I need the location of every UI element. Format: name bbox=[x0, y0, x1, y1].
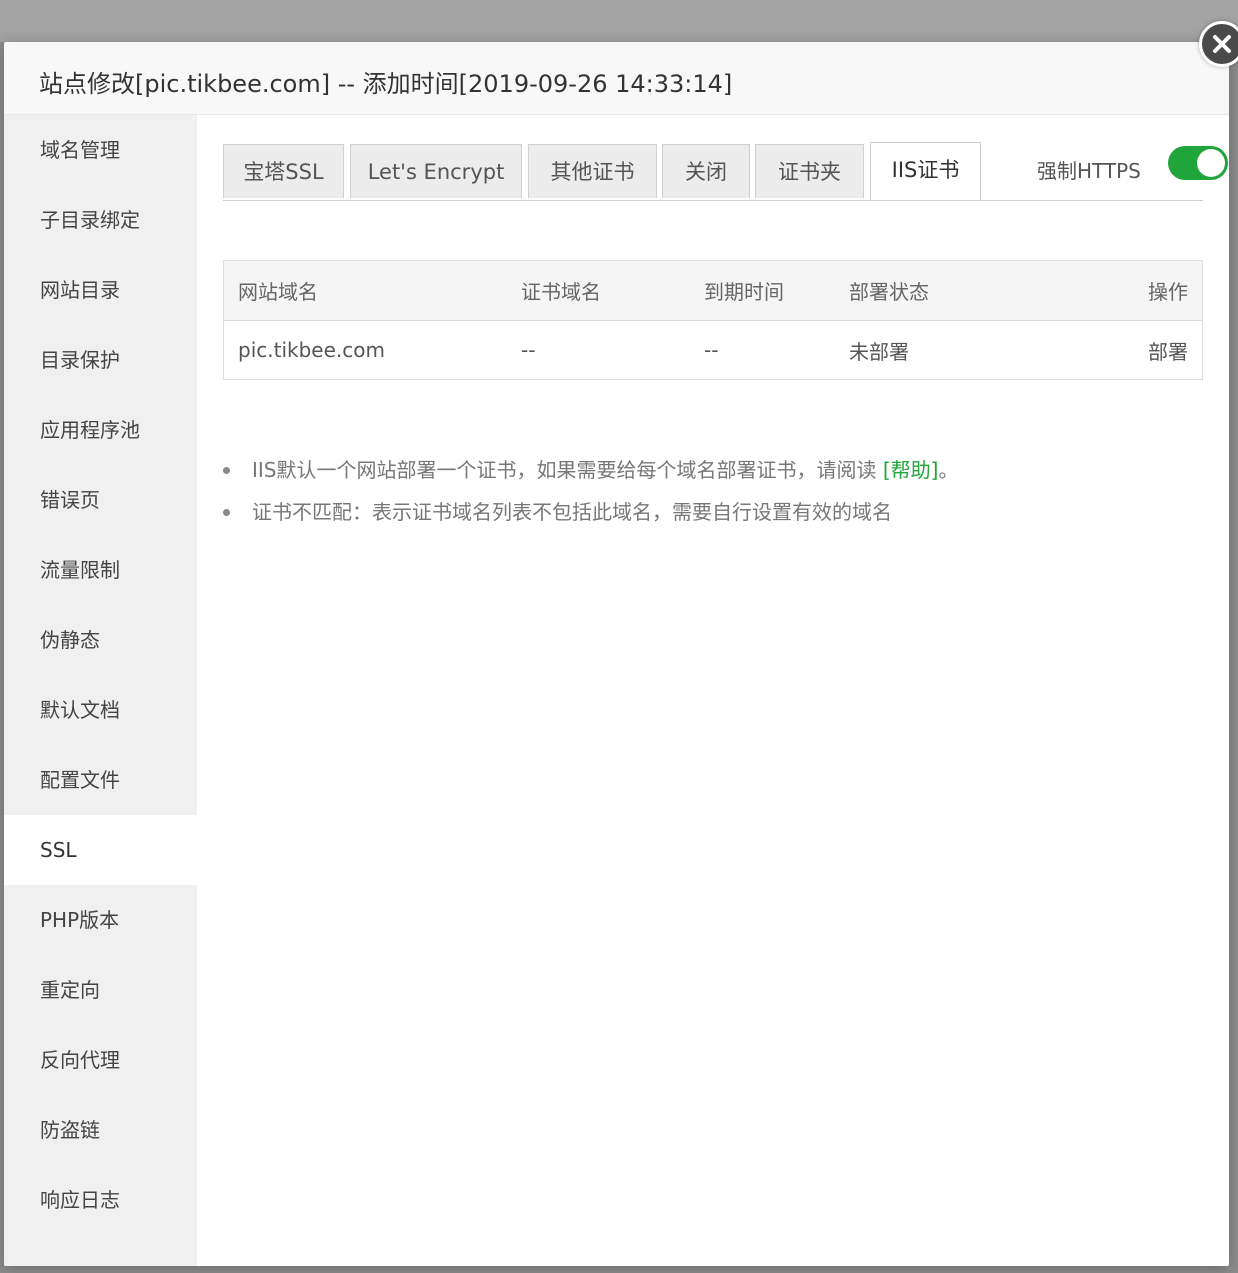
sidebar-item-site-directory[interactable]: 网站目录 bbox=[4, 255, 197, 325]
sidebar-item-ssl[interactable]: SSL bbox=[4, 815, 197, 885]
column-header-action: 操作 bbox=[1148, 280, 1188, 304]
sidebar-item-label: 重定向 bbox=[40, 978, 100, 1002]
tab-label: IIS证书 bbox=[891, 158, 960, 182]
sidebar-item-label: 伪静态 bbox=[40, 628, 100, 652]
sidebar-item-php-version[interactable]: PHP版本 bbox=[4, 885, 197, 955]
column-header-status: 部署状态 bbox=[849, 280, 929, 304]
note-text: IIS默认一个网站部署一个证书，如果需要给每个域名部署证书，请阅读 bbox=[252, 458, 883, 482]
sidebar-item-response-log[interactable]: 响应日志 bbox=[4, 1165, 197, 1235]
sidebar-item-app-pool[interactable]: 应用程序池 bbox=[4, 395, 197, 465]
sidebar-item-label: 反向代理 bbox=[40, 1048, 120, 1072]
sidebar-item-label: 防盗链 bbox=[40, 1118, 100, 1142]
tab-close-ssl[interactable]: 关闭 bbox=[662, 144, 750, 198]
iis-cert-table: 网站域名 证书域名 到期时间 部署状态 操作 pic.tikbee.com --… bbox=[223, 260, 1203, 380]
sidebar-item-label: 应用程序池 bbox=[40, 418, 140, 442]
sidebar-item-default-document[interactable]: 默认文档 bbox=[4, 675, 197, 745]
tab-label: 关闭 bbox=[685, 160, 727, 184]
note-text: 证书不匹配：表示证书域名列表不包括此域名，需要自行设置有效的域名 bbox=[252, 500, 892, 524]
sidebar-item-label: 默认文档 bbox=[40, 698, 120, 722]
sidebar-item-traffic-limit[interactable]: 流量限制 bbox=[4, 535, 197, 605]
bullet-icon bbox=[223, 509, 230, 516]
force-https-toggle[interactable] bbox=[1168, 146, 1228, 180]
tab-baota-ssl[interactable]: 宝塔SSL bbox=[223, 144, 344, 198]
note-suffix: 。 bbox=[938, 458, 959, 482]
status-cell: 未部署 bbox=[849, 339, 909, 364]
tab-label: 宝塔SSL bbox=[243, 160, 324, 184]
table-row: pic.tikbee.com -- -- 未部署 部署 bbox=[224, 321, 1202, 379]
help-link[interactable]: [帮助] bbox=[883, 458, 939, 482]
help-notes: IIS默认一个网站部署一个证书，如果需要给每个域名部署证书，请阅读 [帮助]。 … bbox=[223, 449, 1213, 533]
sidebar-item-label: 响应日志 bbox=[40, 1188, 120, 1212]
tab-lets-encrypt[interactable]: Let's Encrypt bbox=[350, 144, 522, 198]
sidebar-item-subdirectory-binding[interactable]: 子目录绑定 bbox=[4, 185, 197, 255]
sidebar-item-hotlink-protection[interactable]: 防盗链 bbox=[4, 1095, 197, 1165]
sidebar-item-label: SSL bbox=[40, 838, 77, 862]
close-dialog-button[interactable] bbox=[1199, 21, 1238, 67]
cert-domain-cell: -- bbox=[521, 338, 536, 362]
sidebar-item-config-file[interactable]: 配置文件 bbox=[4, 745, 197, 815]
tab-iis-cert[interactable]: IIS证书 bbox=[870, 142, 981, 200]
column-header-expiry: 到期时间 bbox=[704, 280, 784, 304]
note-item: 证书不匹配：表示证书域名列表不包括此域名，需要自行设置有效的域名 bbox=[223, 491, 1213, 533]
sidebar-item-label: 配置文件 bbox=[40, 768, 120, 792]
table-header: 网站域名 证书域名 到期时间 部署状态 操作 bbox=[224, 261, 1202, 321]
sidebar-item-redirect[interactable]: 重定向 bbox=[4, 955, 197, 1025]
tab-cert-folder[interactable]: 证书夹 bbox=[755, 144, 864, 198]
dialog-title: 站点修改[pic.tikbee.com] -- 添加时间[2019-09-26 … bbox=[39, 70, 733, 98]
column-header-site-domain: 网站域名 bbox=[238, 280, 318, 304]
sidebar-item-reverse-proxy[interactable]: 反向代理 bbox=[4, 1025, 197, 1095]
force-https-label: 强制HTTPS bbox=[1037, 159, 1141, 183]
sidebar-item-label: 流量限制 bbox=[40, 558, 120, 582]
sidebar-item-label: 错误页 bbox=[40, 488, 100, 512]
deploy-link[interactable]: 部署 bbox=[1148, 321, 1188, 379]
site-edit-dialog: 站点修改[pic.tikbee.com] -- 添加时间[2019-09-26 … bbox=[4, 42, 1229, 1266]
sidebar-item-label: 域名管理 bbox=[40, 138, 120, 162]
ssl-tab-bar: 宝塔SSL Let's Encrypt 其他证书 关闭 证书夹 IIS证书 强制… bbox=[223, 142, 1228, 201]
close-icon bbox=[1213, 35, 1231, 53]
sidebar-item-rewrite[interactable]: 伪静态 bbox=[4, 605, 197, 675]
sidebar-item-label: 子目录绑定 bbox=[40, 208, 140, 232]
tab-label: 证书夹 bbox=[778, 160, 841, 184]
ssl-panel: 宝塔SSL Let's Encrypt 其他证书 关闭 证书夹 IIS证书 强制… bbox=[197, 115, 1229, 1266]
expiry-cell: -- bbox=[704, 338, 719, 362]
backdrop-band bbox=[0, 0, 1238, 42]
bullet-icon bbox=[223, 467, 230, 474]
tab-other-cert[interactable]: 其他证书 bbox=[528, 144, 657, 198]
sidebar-item-domain-management[interactable]: 域名管理 bbox=[4, 115, 197, 185]
settings-sidebar: 域名管理 子目录绑定 网站目录 目录保护 应用程序池 错误页 流量限制 伪静态 … bbox=[4, 115, 197, 1266]
sidebar-item-label: 目录保护 bbox=[40, 348, 120, 372]
column-header-cert-domain: 证书域名 bbox=[521, 280, 601, 304]
dialog-header: 站点修改[pic.tikbee.com] -- 添加时间[2019-09-26 … bbox=[4, 42, 1229, 115]
sidebar-item-label: 网站目录 bbox=[40, 278, 120, 302]
sidebar-item-directory-protection[interactable]: 目录保护 bbox=[4, 325, 197, 395]
sidebar-item-error-pages[interactable]: 错误页 bbox=[4, 465, 197, 535]
toggle-knob bbox=[1197, 149, 1225, 177]
note-item: IIS默认一个网站部署一个证书，如果需要给每个域名部署证书，请阅读 [帮助]。 bbox=[223, 449, 1213, 491]
tab-label: Let's Encrypt bbox=[367, 160, 505, 184]
tab-label: 其他证书 bbox=[550, 160, 635, 184]
sidebar-item-label: PHP版本 bbox=[40, 908, 120, 932]
site-domain-cell: pic.tikbee.com bbox=[238, 338, 385, 362]
